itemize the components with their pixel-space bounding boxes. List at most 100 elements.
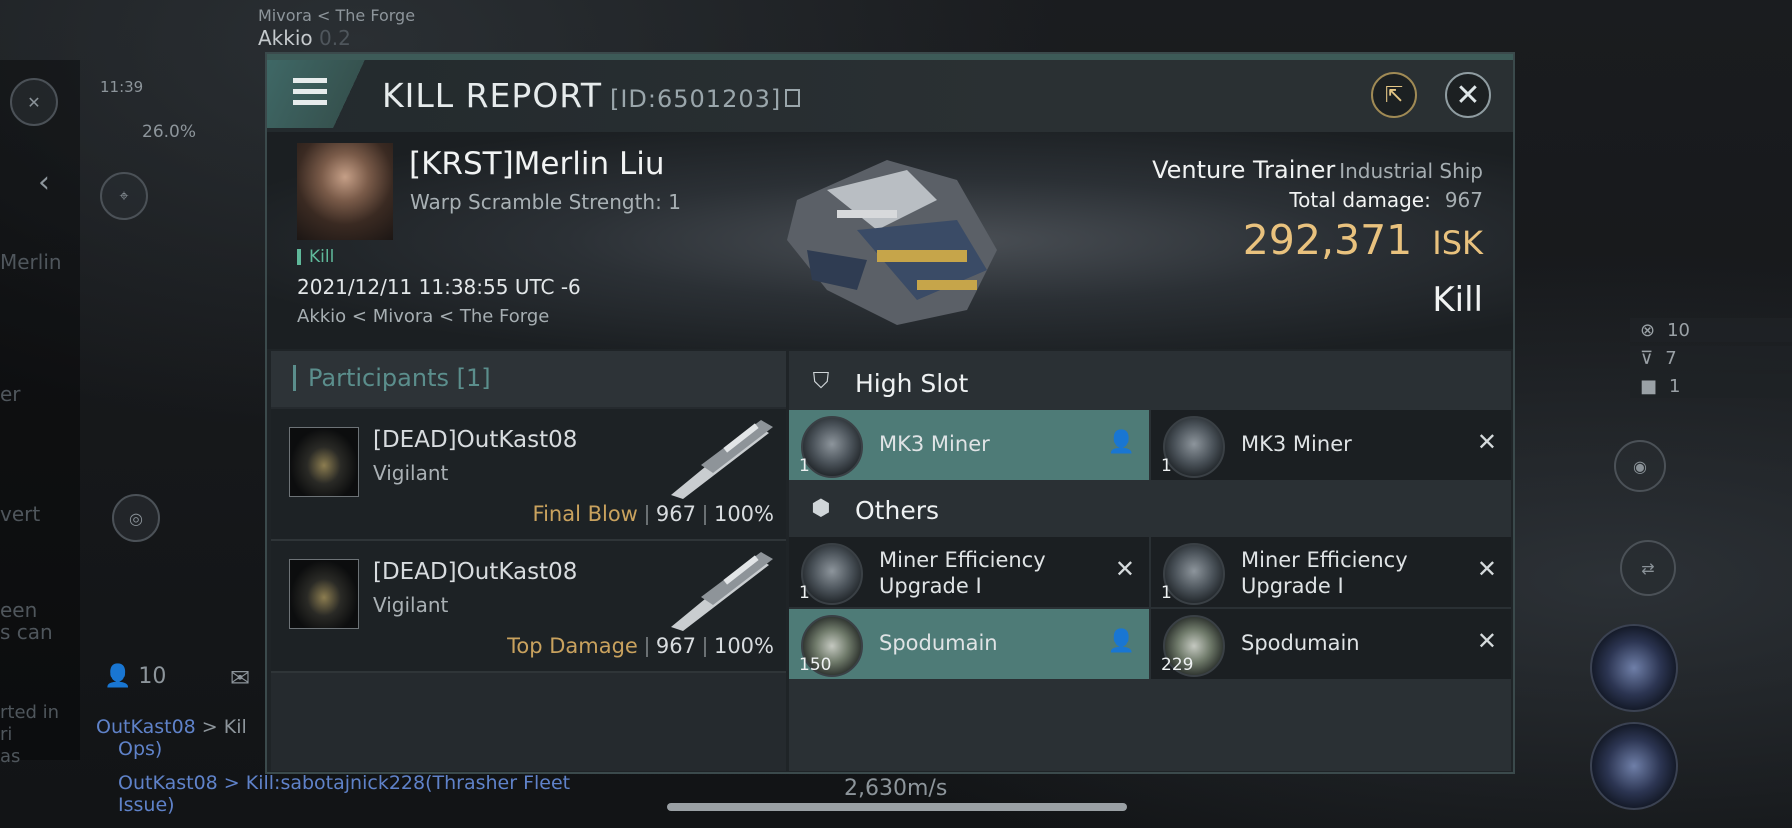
dropped-person-icon: 👤 xyxy=(1107,629,1135,654)
right-stat-2: ■ 1 xyxy=(1630,374,1792,398)
side-label-2: vert xyxy=(0,502,41,526)
mail-icon[interactable]: ✉ xyxy=(230,664,250,692)
item-row[interactable]: 229 Spodumain ✕ xyxy=(1151,609,1511,679)
high-slot-header: ⛉ High Slot xyxy=(789,359,1511,409)
side-label-7: as xyxy=(0,746,21,767)
attacker-stats: Final Blow 967 100% xyxy=(533,502,774,526)
upgrade-module-icon xyxy=(801,543,863,605)
attacker-row[interactable]: [DEAD]OutKast08 Vigilant Top Damage 967 10… xyxy=(271,541,786,673)
item-name: MK3 Miner xyxy=(879,432,990,456)
item-row[interactable]: 1 MK3 Miner ✕ xyxy=(1151,410,1511,480)
copy-icon[interactable] xyxy=(785,88,801,107)
attacker-tag: Final Blow xyxy=(532,502,638,526)
cube-icon: ⬢ xyxy=(811,496,831,521)
kill-tag: Kill xyxy=(297,249,334,266)
mining-laser-icon xyxy=(1163,416,1225,478)
share-icon: ⇱ xyxy=(1384,82,1404,108)
item-qty: 1 xyxy=(1161,583,1172,603)
attacker-name: [DEAD]OutKast08 xyxy=(373,559,578,585)
destroyed-x-icon: ✕ xyxy=(1476,555,1497,583)
victim-portrait[interactable] xyxy=(297,143,393,240)
item-qty: 229 xyxy=(1161,655,1194,675)
item-row[interactable]: 1 MK3 Miner 👤 xyxy=(789,410,1149,480)
menu-icon xyxy=(293,78,327,83)
isk-value: 292,371 ISK xyxy=(1242,216,1483,264)
close-icon: ✕ xyxy=(1455,77,1481,113)
chat-line-0: OutKast08 > Kil Ops) xyxy=(96,716,247,760)
dialog-title: KILL REPORT [ID:6501203] xyxy=(382,76,801,115)
upgrade-module-icon xyxy=(1163,543,1225,605)
attacker-avatar[interactable] xyxy=(289,559,359,629)
swap-icon[interactable]: ⇄ xyxy=(1620,540,1676,596)
stat-icon: ■ xyxy=(1640,375,1658,397)
collapse-chevron-icon[interactable]: ‹ xyxy=(38,165,50,200)
others-label: Others xyxy=(855,496,940,525)
kill-datetime: 2021/12/11 11:38:55 UTC -6 xyxy=(297,275,581,299)
participants-panel: Participants [1] [DEAD]OutKast08 Vigilan… xyxy=(271,351,786,771)
fitting-panel: ⛉ High Slot 1 MK3 Miner 👤 1 MK3 Miner ✕ … xyxy=(789,351,1511,771)
result-label: Kill xyxy=(1432,280,1483,320)
location-pin-icon[interactable]: ⌖ xyxy=(100,172,148,220)
attacker-damage: 967 xyxy=(655,502,696,526)
dropped-person-icon: 👤 xyxy=(1107,430,1135,455)
item-qty: 150 xyxy=(799,655,832,675)
attacker-tag: Top Damage xyxy=(507,634,638,658)
home-indicator[interactable] xyxy=(667,803,1127,811)
report-id: [ID:6501203] xyxy=(609,85,782,113)
side-label-6: ri xyxy=(0,724,13,745)
attacker-ship: Vigilant xyxy=(373,461,449,485)
item-row[interactable]: 1 Miner Efficiency Upgrade I ✕ xyxy=(789,537,1149,607)
right-stat-0: ⊗ 10 xyxy=(1630,318,1792,342)
high-slot-label: High Slot xyxy=(855,369,969,398)
attacker-pct: 100% xyxy=(713,502,774,526)
kill-location[interactable]: Akkio < Mivora < The Forge xyxy=(297,306,549,327)
attacker-damage: 967 xyxy=(655,634,696,658)
close-button[interactable]: ✕ xyxy=(1445,72,1491,118)
target-icon[interactable]: ◎ xyxy=(112,494,160,542)
attacker-ship: Vigilant xyxy=(373,593,449,617)
item-name: MK3 Miner xyxy=(1241,432,1352,456)
side-label-1: er xyxy=(0,382,21,406)
item-name: Spodumain xyxy=(1241,631,1360,655)
attacker-row[interactable]: [DEAD]OutKast08 Vigilant Final Blow 967 10… xyxy=(271,409,786,541)
hud-close-icon[interactable]: ✕ xyxy=(10,78,58,126)
hud-clock: 11:39 xyxy=(100,78,144,96)
item-row[interactable]: 150 Spodumain 👤 xyxy=(789,609,1149,679)
attacker-pct: 100% xyxy=(713,634,774,658)
item-name: Miner Efficiency Upgrade I xyxy=(879,548,1046,598)
destroyed-x-icon: ✕ xyxy=(1114,555,1135,583)
destroyed-x-icon: ✕ xyxy=(1476,627,1497,655)
warp-scramble: Warp Scramble Strength: 1 xyxy=(410,190,681,214)
victim-section: [KRST]Merlin Liu Warp Scramble Strength:… xyxy=(267,132,1513,349)
item-qty: 1 xyxy=(799,583,810,603)
menu-button[interactable] xyxy=(267,60,375,128)
others-header: ⬢ Others xyxy=(789,486,1511,536)
module-orb-1[interactable] xyxy=(1590,624,1678,712)
eye-icon[interactable]: ◉ xyxy=(1614,440,1666,492)
high-slot-icon: ⛉ xyxy=(812,369,830,394)
item-qty: 1 xyxy=(799,456,810,476)
item-qty: 1 xyxy=(1161,456,1172,476)
destroyed-x-icon: ✕ xyxy=(1476,428,1497,456)
attacker-ship-image xyxy=(671,552,773,631)
share-button[interactable]: ⇱ xyxy=(1371,72,1417,118)
kill-report-dialog: KILL REPORT [ID:6501203] ⇱ ✕ [KRST]Merlin… xyxy=(265,52,1515,774)
hud-cargo: 26.0% xyxy=(142,122,197,142)
total-damage: Total damage: 967 xyxy=(1289,188,1483,212)
local-count[interactable]: 👤 10 xyxy=(104,664,166,689)
victim-name[interactable]: [KRST]Merlin Liu xyxy=(409,146,665,182)
right-stat-1: ⊽ 7 xyxy=(1630,346,1792,370)
victim-ship-image[interactable] xyxy=(767,140,1027,340)
attacker-avatar[interactable] xyxy=(289,427,359,497)
victim-ship[interactable]: Venture Trainer Industrial Ship xyxy=(1152,156,1483,184)
item-name: Spodumain xyxy=(879,631,998,655)
item-name: Miner Efficiency Upgrade I xyxy=(1241,548,1408,598)
chat-line-1: OutKast08 > Kill:sabotajnick228(Thrasher… xyxy=(118,772,571,816)
side-label-4: s can xyxy=(0,620,53,644)
module-orb-2[interactable] xyxy=(1590,722,1678,810)
side-label-0: Merlin xyxy=(0,250,62,274)
dialog-header: KILL REPORT [ID:6501203] ⇱ ✕ xyxy=(267,60,1513,132)
participants-label: Participants [1] xyxy=(293,365,491,391)
item-row[interactable]: 1 Miner Efficiency Upgrade I ✕ xyxy=(1151,537,1511,607)
mining-laser-icon xyxy=(801,416,863,478)
